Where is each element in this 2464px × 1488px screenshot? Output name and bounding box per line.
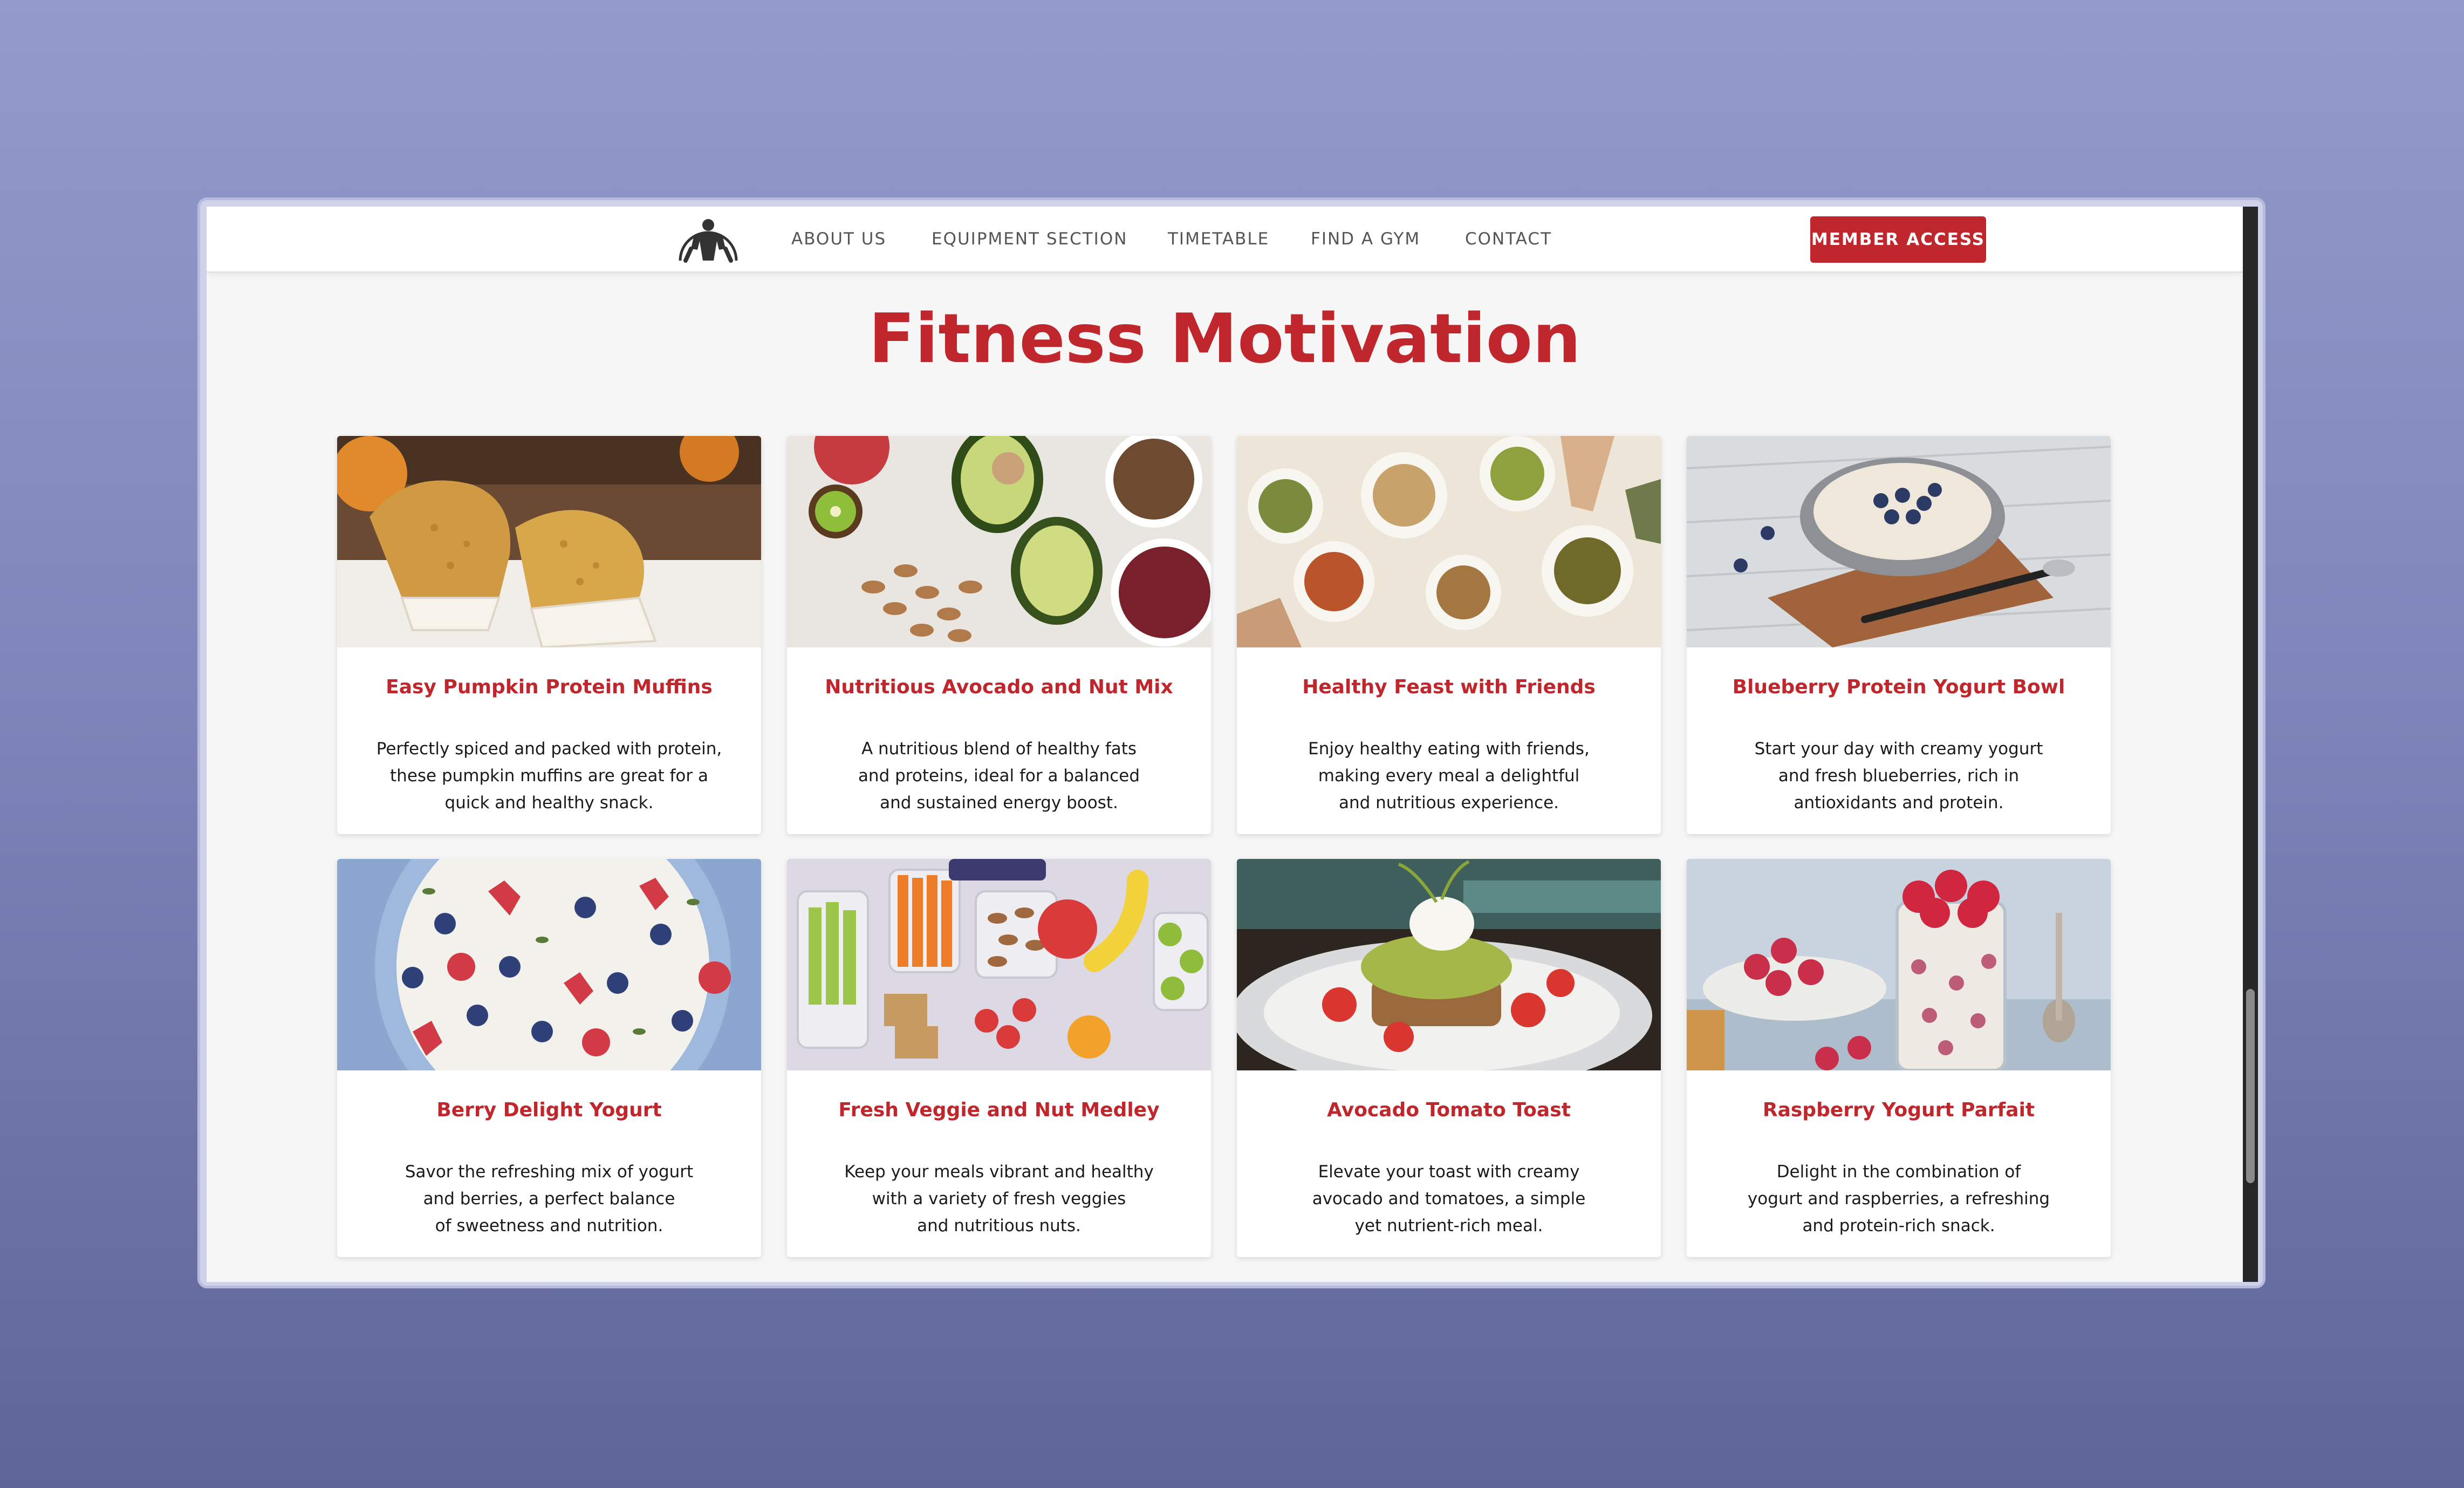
vertical-scrollbar[interactable] — [2243, 207, 2258, 1282]
nav-about-us[interactable]: ABOUT US — [791, 228, 886, 250]
card-description-line: Perfectly spiced and packed with protein… — [376, 739, 722, 759]
top-navbar: ABOUT US EQUIPMENT SECTION TIMETABLE FIN… — [207, 207, 2243, 273]
recipe-card-berry-delight-yogurt[interactable]: Berry Delight Yogurt Savor the refreshin… — [337, 859, 761, 1257]
card-title: Nutritious Avocado and Nut Mix — [825, 676, 1173, 698]
avocado-toast-photo — [1237, 859, 1661, 1070]
card-description-line: and proteins, ideal for a balanced — [858, 766, 1140, 786]
card-title: Healthy Feast with Friends — [1302, 676, 1596, 698]
berry-yogurt-photo — [337, 859, 761, 1070]
card-description-line: Elevate your toast with creamy — [1318, 1162, 1580, 1182]
card-description: Start your day with creamy yogurt and fr… — [1708, 735, 2089, 816]
page-title: Fitness Motivation — [868, 299, 1581, 378]
recipe-card-avocado-nut-mix[interactable]: Nutritious Avocado and Nut Mix A nutriti… — [787, 436, 1211, 834]
card-description-line: Savor the refreshing mix of yogurt — [405, 1162, 694, 1182]
card-description-line: quick and healthy snack. — [444, 793, 654, 813]
card-description-line: and protein-rich snack. — [1802, 1216, 1995, 1236]
member-access-button[interactable]: MEMBER ACCESS — [1810, 216, 1986, 263]
recipe-card-raspberry-parfait[interactable]: Raspberry Yogurt Parfait Delight in the … — [1687, 859, 2111, 1257]
card-description-line: and sustained energy boost. — [880, 793, 1118, 813]
recipe-card-avocado-tomato-toast[interactable]: Avocado Tomato Toast Elevate your toast … — [1237, 859, 1661, 1257]
nav-find-a-gym[interactable]: FIND A GYM — [1311, 228, 1420, 250]
raspberry-parfait-photo — [1687, 859, 2111, 1070]
card-description-line: Start your day with creamy yogurt — [1754, 739, 2043, 759]
card-description: Perfectly spiced and packed with protein… — [359, 735, 740, 816]
card-description-line: and nutritious nuts. — [917, 1216, 1081, 1236]
card-description-line: and nutritious experience. — [1338, 793, 1559, 813]
card-description-line: Keep your meals vibrant and healthy — [844, 1162, 1154, 1182]
scrollbar-thumb[interactable] — [2246, 989, 2255, 1183]
card-description-line: antioxidants and protein. — [1794, 793, 2004, 813]
card-description: Enjoy healthy eating with friends, makin… — [1258, 735, 1639, 816]
nav-contact[interactable]: CONTACT — [1465, 228, 1552, 250]
blueberry-yogurt-bowl-photo — [1687, 436, 2111, 647]
card-description-line: with a variety of fresh veggies — [872, 1189, 1126, 1209]
nav-equipment-section[interactable]: EQUIPMENT SECTION — [932, 228, 1127, 250]
avocado-nut-mix-photo — [787, 436, 1211, 647]
card-description-line: making every meal a delightful — [1318, 766, 1580, 786]
card-title: Raspberry Yogurt Parfait — [1762, 1099, 2035, 1121]
card-title: Berry Delight Yogurt — [436, 1099, 662, 1121]
card-description: Elevate your toast with creamy avocado a… — [1258, 1158, 1639, 1239]
card-description-line: of sweetness and nutrition. — [435, 1216, 663, 1236]
recipe-card-veggie-nut-medley[interactable]: Fresh Veggie and Nut Medley Keep your me… — [787, 859, 1211, 1257]
recipe-card-blueberry-yogurt-bowl[interactable]: Blueberry Protein Yogurt Bowl Start your… — [1687, 436, 2111, 834]
card-description: Savor the refreshing mix of yogurt and b… — [359, 1158, 740, 1239]
page-viewport: ABOUT US EQUIPMENT SECTION TIMETABLE FIN… — [207, 207, 2243, 1282]
recipe-card-pumpkin-muffins[interactable]: Easy Pumpkin Protein Muffins Perfectly s… — [337, 436, 761, 834]
card-description-line: avocado and tomatoes, a simple — [1312, 1189, 1586, 1209]
nav-timetable[interactable]: TIMETABLE — [1168, 228, 1269, 250]
muscle-man-logo-icon[interactable] — [676, 211, 741, 265]
card-description-line: Enjoy healthy eating with friends, — [1308, 739, 1590, 759]
card-description-line: yogurt and raspberries, a refreshing — [1747, 1189, 2050, 1209]
feast-with-friends-photo — [1237, 436, 1661, 647]
card-description-line: Delight in the combination of — [1776, 1162, 2021, 1182]
card-description-line: these pumpkin muffins are great for a — [390, 766, 708, 786]
card-title: Avocado Tomato Toast — [1327, 1099, 1571, 1121]
veggie-nut-medley-photo — [787, 859, 1211, 1070]
card-description-line: yet nutrient-rich meal. — [1354, 1216, 1543, 1236]
recipe-card-feast-with-friends[interactable]: Healthy Feast with Friends Enjoy healthy… — [1237, 436, 1661, 834]
card-description-line: and berries, a perfect balance — [423, 1189, 675, 1209]
card-description-line: A nutritious blend of healthy fats — [861, 739, 1137, 759]
card-description-line: and fresh blueberries, rich in — [1778, 766, 2020, 786]
pumpkin-muffins-photo — [337, 436, 761, 647]
card-description: Keep your meals vibrant and healthy with… — [809, 1158, 1189, 1239]
card-description: A nutritious blend of healthy fats and p… — [809, 735, 1189, 816]
card-title: Blueberry Protein Yogurt Bowl — [1732, 676, 2065, 698]
card-title: Easy Pumpkin Protein Muffins — [386, 676, 713, 698]
card-title: Fresh Veggie and Nut Medley — [838, 1099, 1160, 1121]
card-description: Delight in the combination of yogurt and… — [1708, 1158, 2089, 1239]
